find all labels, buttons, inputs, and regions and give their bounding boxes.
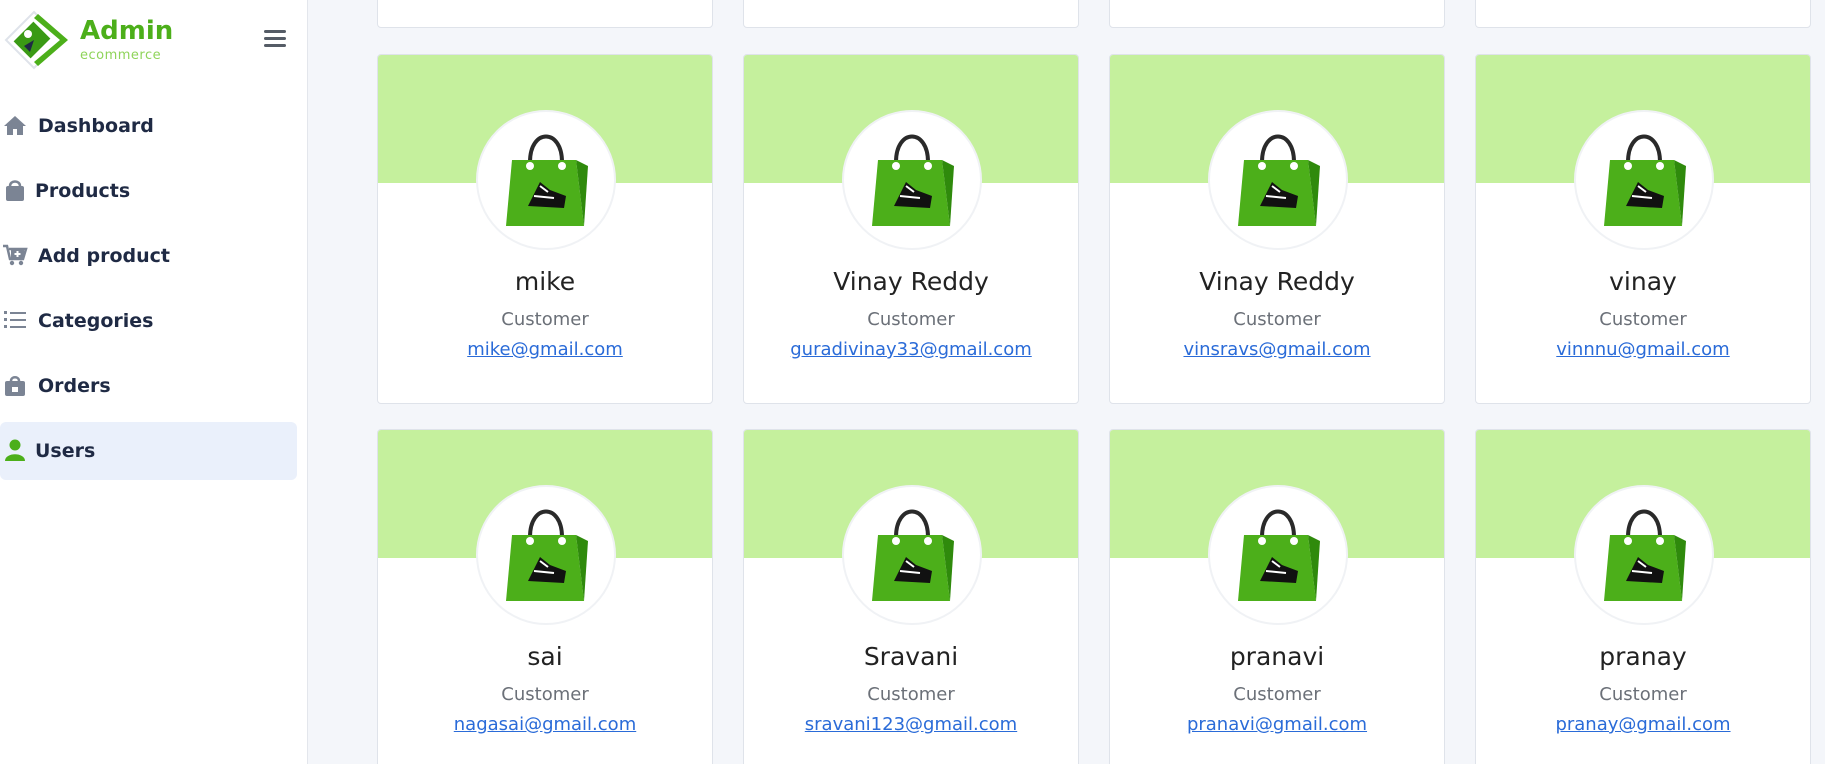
- hamburger-icon[interactable]: [264, 30, 286, 50]
- sidebar-item-label: Add product: [38, 245, 171, 267]
- shopping-bag-avatar-icon: [1604, 509, 1686, 601]
- user-role: Customer: [1599, 309, 1687, 330]
- user-card-partial: [743, 0, 1079, 28]
- shopping-bag-avatar-icon: [1238, 509, 1320, 601]
- user-email-link[interactable]: guradivinay33@gmail.com: [744, 339, 1078, 360]
- users-grid: mike Customer mike@gmail.com Vinay Reddy…: [357, 0, 1825, 764]
- user-email-link[interactable]: nagasai@gmail.com: [378, 714, 712, 735]
- user-role: Customer: [1233, 684, 1321, 705]
- sidebar-item-users[interactable]: Users: [0, 422, 297, 480]
- user-name: Vinay Reddy: [833, 267, 989, 296]
- list-icon: [4, 311, 26, 328]
- user-email-link[interactable]: vinsravs@gmail.com: [1110, 339, 1444, 360]
- avatar: [1208, 110, 1348, 250]
- avatar: [842, 110, 982, 250]
- sidebar-item-label: Products: [35, 180, 131, 202]
- user-email-link[interactable]: vinnnu@gmail.com: [1476, 339, 1810, 360]
- sidebar-item-dashboard[interactable]: Dashboard: [0, 97, 297, 155]
- user-card-partial: [377, 0, 713, 28]
- user-card: Vinay Reddy Customer guradivinay33@gmail…: [743, 54, 1079, 404]
- shopping-bag-avatar-icon: [872, 509, 954, 601]
- user-card: pranavi Customer pranavi@gmail.com: [1109, 429, 1445, 764]
- avatar: [842, 485, 982, 625]
- user-role: Customer: [867, 684, 955, 705]
- home-icon: [4, 116, 26, 135]
- user-role: Customer: [501, 309, 589, 330]
- tag-logo-icon: [4, 10, 68, 70]
- user-card: vinay Customer vinnnu@gmail.com: [1475, 54, 1811, 404]
- sidebar-item-label: Categories: [38, 310, 154, 332]
- user-email-link[interactable]: pranavi@gmail.com: [1110, 714, 1444, 735]
- shopping-bag-avatar-icon: [1238, 134, 1320, 226]
- user-name: sai: [527, 642, 563, 671]
- user-card: sai Customer nagasai@gmail.com: [377, 429, 713, 764]
- avatar: [476, 110, 616, 250]
- user-name: vinay: [1609, 267, 1677, 296]
- user-role: Customer: [501, 684, 589, 705]
- avatar: [476, 485, 616, 625]
- shopping-bag-avatar-icon: [506, 134, 588, 226]
- user-email-link[interactable]: mike@gmail.com: [378, 339, 712, 360]
- user-role: Customer: [867, 309, 955, 330]
- sidebar-item-products[interactable]: Products: [0, 162, 297, 220]
- shopping-bag-avatar-icon: [506, 509, 588, 601]
- sidebar-item-categories[interactable]: Categories: [0, 292, 297, 350]
- user-icon: [5, 439, 25, 461]
- user-card: Vinay Reddy Customer vinsravs@gmail.com: [1109, 54, 1445, 404]
- avatar: [1574, 485, 1714, 625]
- user-email-link[interactable]: pranay@gmail.com: [1476, 714, 1810, 735]
- orders-bag-icon: [5, 376, 25, 396]
- user-card: Sravani Customer sravani123@gmail.com: [743, 429, 1079, 764]
- shopping-bag-avatar-icon: [872, 134, 954, 226]
- sidebar-item-label: Dashboard: [38, 115, 154, 137]
- sidebar: Admin ecommerce Dashboard Products Add p…: [0, 0, 308, 764]
- sidebar-item-label: Users: [35, 440, 96, 462]
- brand-subtitle: ecommerce: [80, 48, 162, 63]
- shopping-bag-icon: [6, 180, 24, 201]
- avatar: [1208, 485, 1348, 625]
- user-name: pranavi: [1229, 642, 1325, 671]
- sidebar-item-orders[interactable]: Orders: [0, 357, 297, 415]
- user-name: mike: [514, 267, 576, 296]
- user-role: Customer: [1233, 309, 1321, 330]
- user-email-link[interactable]: sravani123@gmail.com: [744, 714, 1078, 735]
- sidebar-item-add-product[interactable]: Add product: [0, 227, 297, 285]
- sidebar-nav: Dashboard Products Add product Categorie…: [0, 97, 300, 487]
- user-card: pranay Customer pranay@gmail.com: [1475, 429, 1811, 764]
- user-name: pranay: [1599, 642, 1687, 671]
- user-role: Customer: [1599, 684, 1687, 705]
- sidebar-item-label: Orders: [38, 375, 111, 397]
- user-name: Sravani: [863, 642, 959, 671]
- brand-title: Admin: [80, 16, 174, 46]
- shopping-bag-avatar-icon: [1604, 134, 1686, 226]
- cart-plus-icon: [3, 244, 28, 266]
- user-card: mike Customer mike@gmail.com: [377, 54, 713, 404]
- user-card-partial: [1475, 0, 1811, 28]
- brand-logo[interactable]: Admin ecommerce: [4, 10, 174, 70]
- avatar: [1574, 110, 1714, 250]
- user-name: Vinay Reddy: [1199, 267, 1355, 296]
- user-card-partial: [1109, 0, 1445, 28]
